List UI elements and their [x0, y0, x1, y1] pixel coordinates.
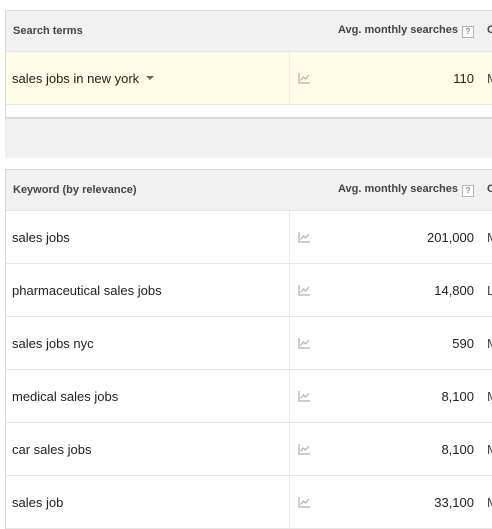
keyword-row[interactable]: sales jobs 201,000 M: [6, 211, 492, 264]
keyword-competition: M: [487, 230, 492, 245]
column-divider: [289, 476, 290, 528]
help-icon[interactable]: ?: [462, 26, 474, 38]
search-term-competition: M: [487, 71, 492, 86]
keyword-ideas-header: Keyword (by relevance) Avg. monthly sear…: [6, 170, 492, 211]
search-term-avg-searches: 110: [453, 71, 474, 86]
column-header-avg-monthly-searches[interactable]: Avg. monthly searches?: [338, 183, 474, 197]
column-header-competition[interactable]: C: [487, 24, 492, 36]
keyword-avg-searches: 33,100: [434, 495, 474, 510]
keyword-competition: M: [487, 442, 492, 457]
keyword-avg-searches: 8,100: [441, 442, 474, 457]
trend-chart-icon[interactable]: [298, 443, 311, 455]
keyword-text[interactable]: pharmaceutical sales jobs: [12, 283, 162, 298]
column-divider: [289, 264, 290, 316]
column-divider: [289, 370, 290, 422]
column-divider: [289, 52, 290, 104]
trend-chart-icon[interactable]: [298, 231, 311, 243]
keyword-row[interactable]: sales jobs nyc 590 M: [6, 317, 492, 370]
section-gap: [5, 118, 492, 158]
search-term-keyword[interactable]: sales jobs in new york: [12, 71, 155, 86]
keyword-row[interactable]: medical sales jobs 8,100 M: [6, 370, 492, 423]
keyword-avg-searches: 590: [452, 336, 474, 351]
keyword-text[interactable]: sales jobs nyc: [12, 336, 94, 351]
column-divider: [289, 211, 290, 263]
help-icon[interactable]: ?: [462, 185, 474, 197]
keyword-competition: L: [487, 283, 492, 298]
keyword-row[interactable]: pharmaceutical sales jobs 14,800 L: [6, 264, 492, 317]
keyword-avg-searches: 14,800: [434, 283, 474, 298]
keyword-text[interactable]: sales jobs: [12, 230, 70, 245]
column-header-competition[interactable]: C: [487, 183, 492, 195]
keyword-competition: M: [487, 389, 492, 404]
keyword-avg-searches: 8,100: [441, 389, 474, 404]
trend-chart-icon[interactable]: [298, 390, 311, 402]
trend-chart-icon[interactable]: [298, 337, 311, 349]
column-divider: [289, 317, 290, 369]
keyword-row[interactable]: sales job 33,100 M: [6, 476, 492, 529]
keyword-text[interactable]: sales job: [12, 495, 63, 510]
column-header-avg-monthly-searches[interactable]: Avg. monthly searches?: [338, 24, 474, 38]
column-divider: [289, 423, 290, 475]
keyword-text[interactable]: medical sales jobs: [12, 389, 118, 404]
trend-chart-icon[interactable]: [298, 284, 311, 296]
column-header-search-terms[interactable]: Search terms: [13, 25, 83, 37]
search-terms-table: Search terms Avg. monthly searches? C sa…: [5, 10, 492, 118]
keyword-avg-searches: 201,000: [427, 230, 474, 245]
avg-monthly-searches-label: Avg. monthly searches: [337, 24, 458, 36]
avg-monthly-searches-label: Avg. monthly searches: [337, 183, 458, 195]
search-term-row[interactable]: sales jobs in new york 110 M: [6, 52, 492, 105]
trend-chart-icon[interactable]: [298, 496, 311, 508]
search-terms-header: Search terms Avg. monthly searches? C: [6, 11, 492, 52]
keyword-text[interactable]: car sales jobs: [12, 442, 91, 457]
trend-chart-icon[interactable]: [298, 72, 311, 84]
search-term-keyword-label: sales jobs in new york: [12, 71, 140, 86]
keyword-competition: M: [487, 495, 492, 510]
keyword-ideas-table: Keyword (by relevance) Avg. monthly sear…: [5, 169, 492, 529]
keyword-row[interactable]: car sales jobs 8,100 M: [6, 423, 492, 476]
column-header-keyword[interactable]: Keyword (by relevance): [13, 184, 137, 196]
keyword-competition: M: [487, 336, 492, 351]
caret-down-icon[interactable]: [146, 76, 155, 80]
